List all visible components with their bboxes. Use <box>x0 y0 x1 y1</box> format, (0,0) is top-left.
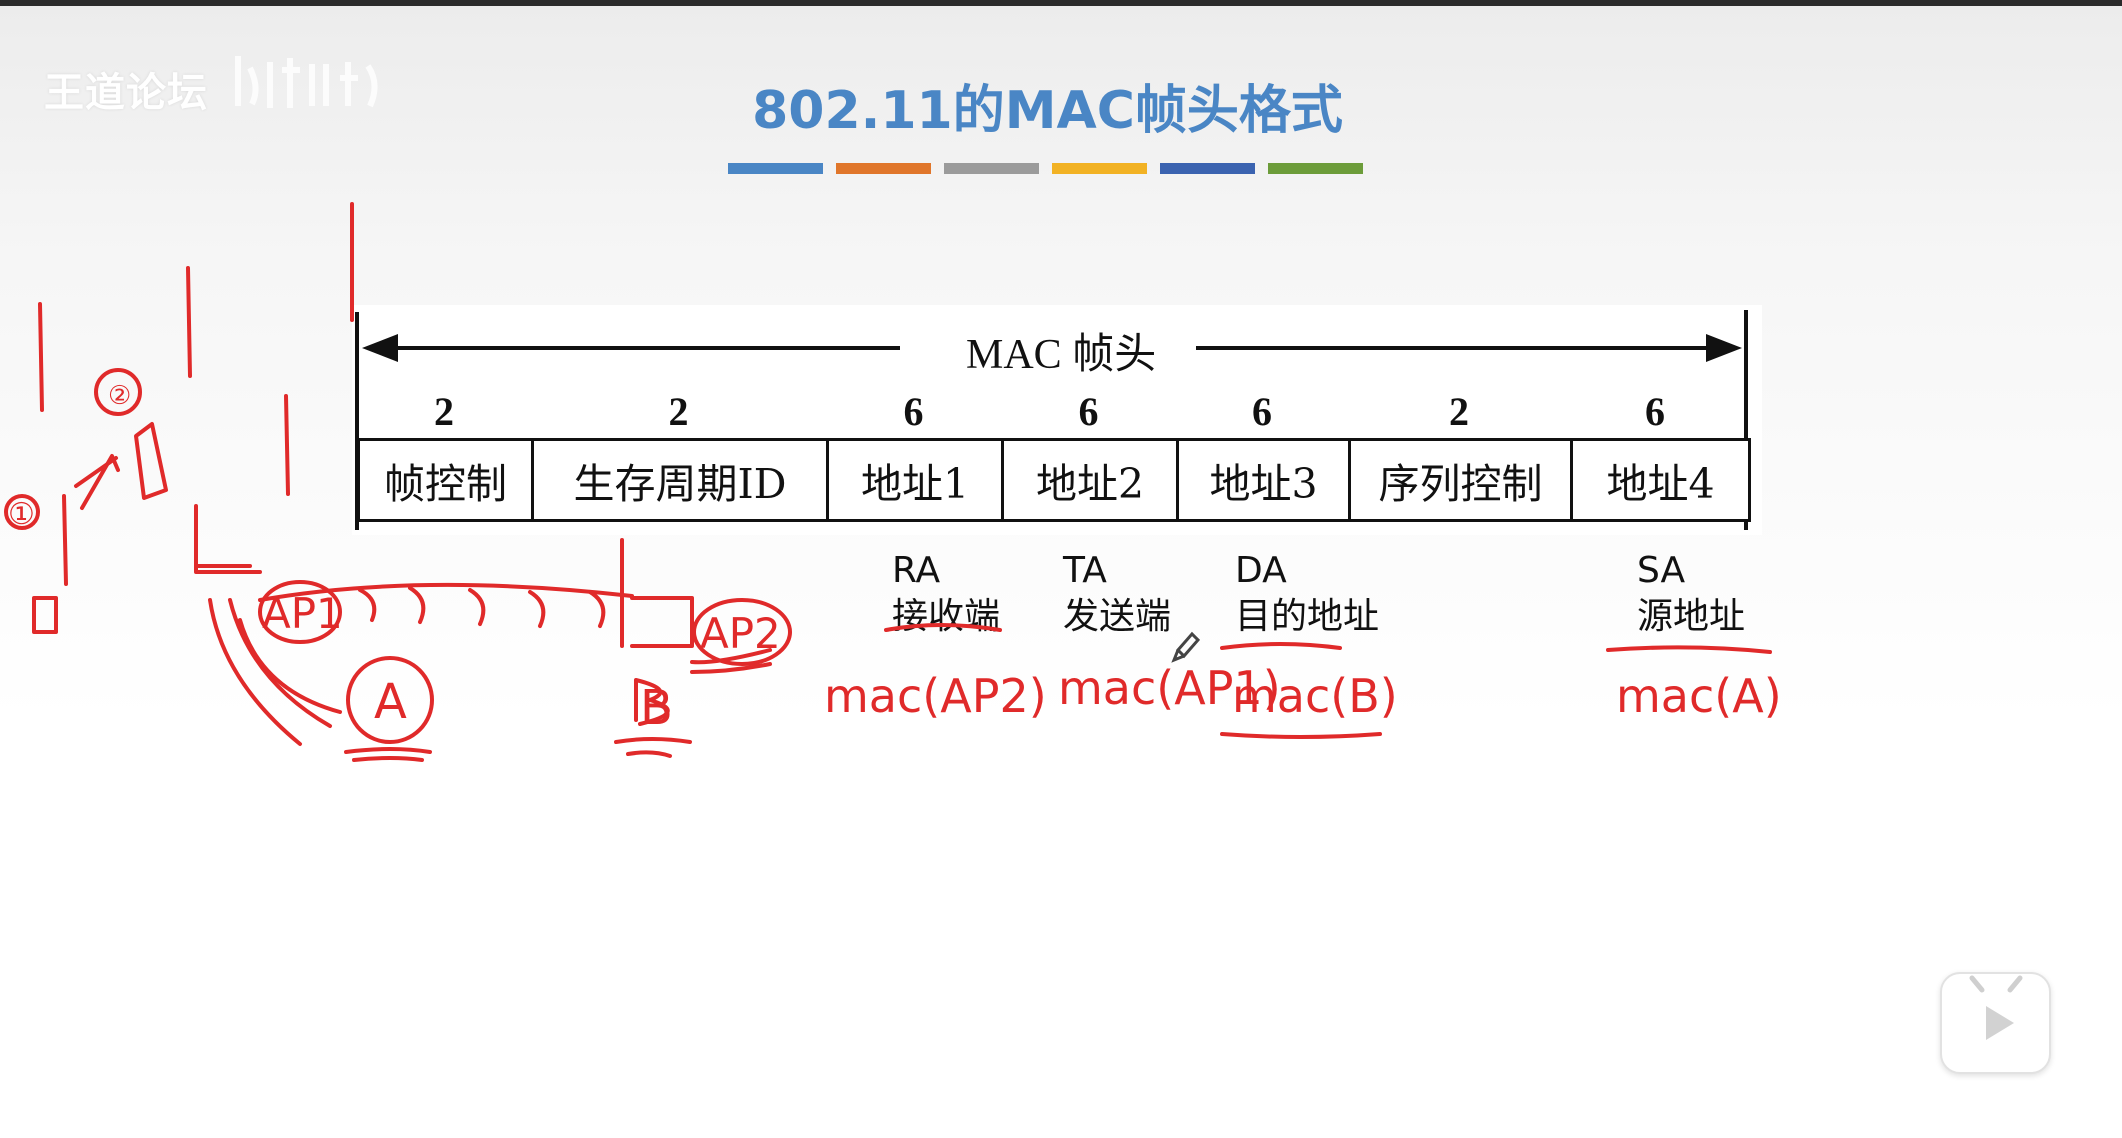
ink-text: AP2 <box>700 609 781 658</box>
ink-stroke <box>630 596 694 648</box>
ink-stroke <box>358 586 606 628</box>
ink-text: ① <box>8 497 35 532</box>
ink-stroke <box>32 596 58 634</box>
ink-stroke <box>62 494 68 586</box>
ink-stroke <box>80 454 120 510</box>
ink-stroke <box>186 266 192 378</box>
video-play-button[interactable] <box>1940 972 2051 1074</box>
ink-text: mac(A) <box>1616 669 1782 723</box>
ink-stroke <box>626 750 672 758</box>
ink-stroke <box>38 302 44 412</box>
ink-stroke <box>884 623 1002 632</box>
ink-text: mac(B) <box>1232 669 1398 723</box>
ink-stroke <box>134 422 168 500</box>
ink-stroke <box>1220 642 1342 650</box>
ink-stroke <box>284 394 290 496</box>
ink-stroke <box>1606 645 1772 654</box>
ink-text: AP1 <box>262 589 343 638</box>
ink-stroke <box>352 756 424 762</box>
ink-stroke <box>194 504 262 574</box>
pen-cursor-icon <box>1171 631 1201 663</box>
ink-stroke <box>614 737 692 744</box>
handwriting-layer: ② ① AP1 AP2 A B mac(AP2) mac(AP1) mac(B)… <box>4 202 1782 762</box>
play-icon <box>1969 975 2023 1040</box>
ink-text: B <box>640 680 673 736</box>
ink-stroke <box>1220 732 1382 739</box>
ink-text: ② <box>108 381 131 411</box>
ink-text: A <box>374 674 407 730</box>
ink-text: mac(AP2) <box>824 669 1047 723</box>
ink-stroke <box>344 747 432 754</box>
